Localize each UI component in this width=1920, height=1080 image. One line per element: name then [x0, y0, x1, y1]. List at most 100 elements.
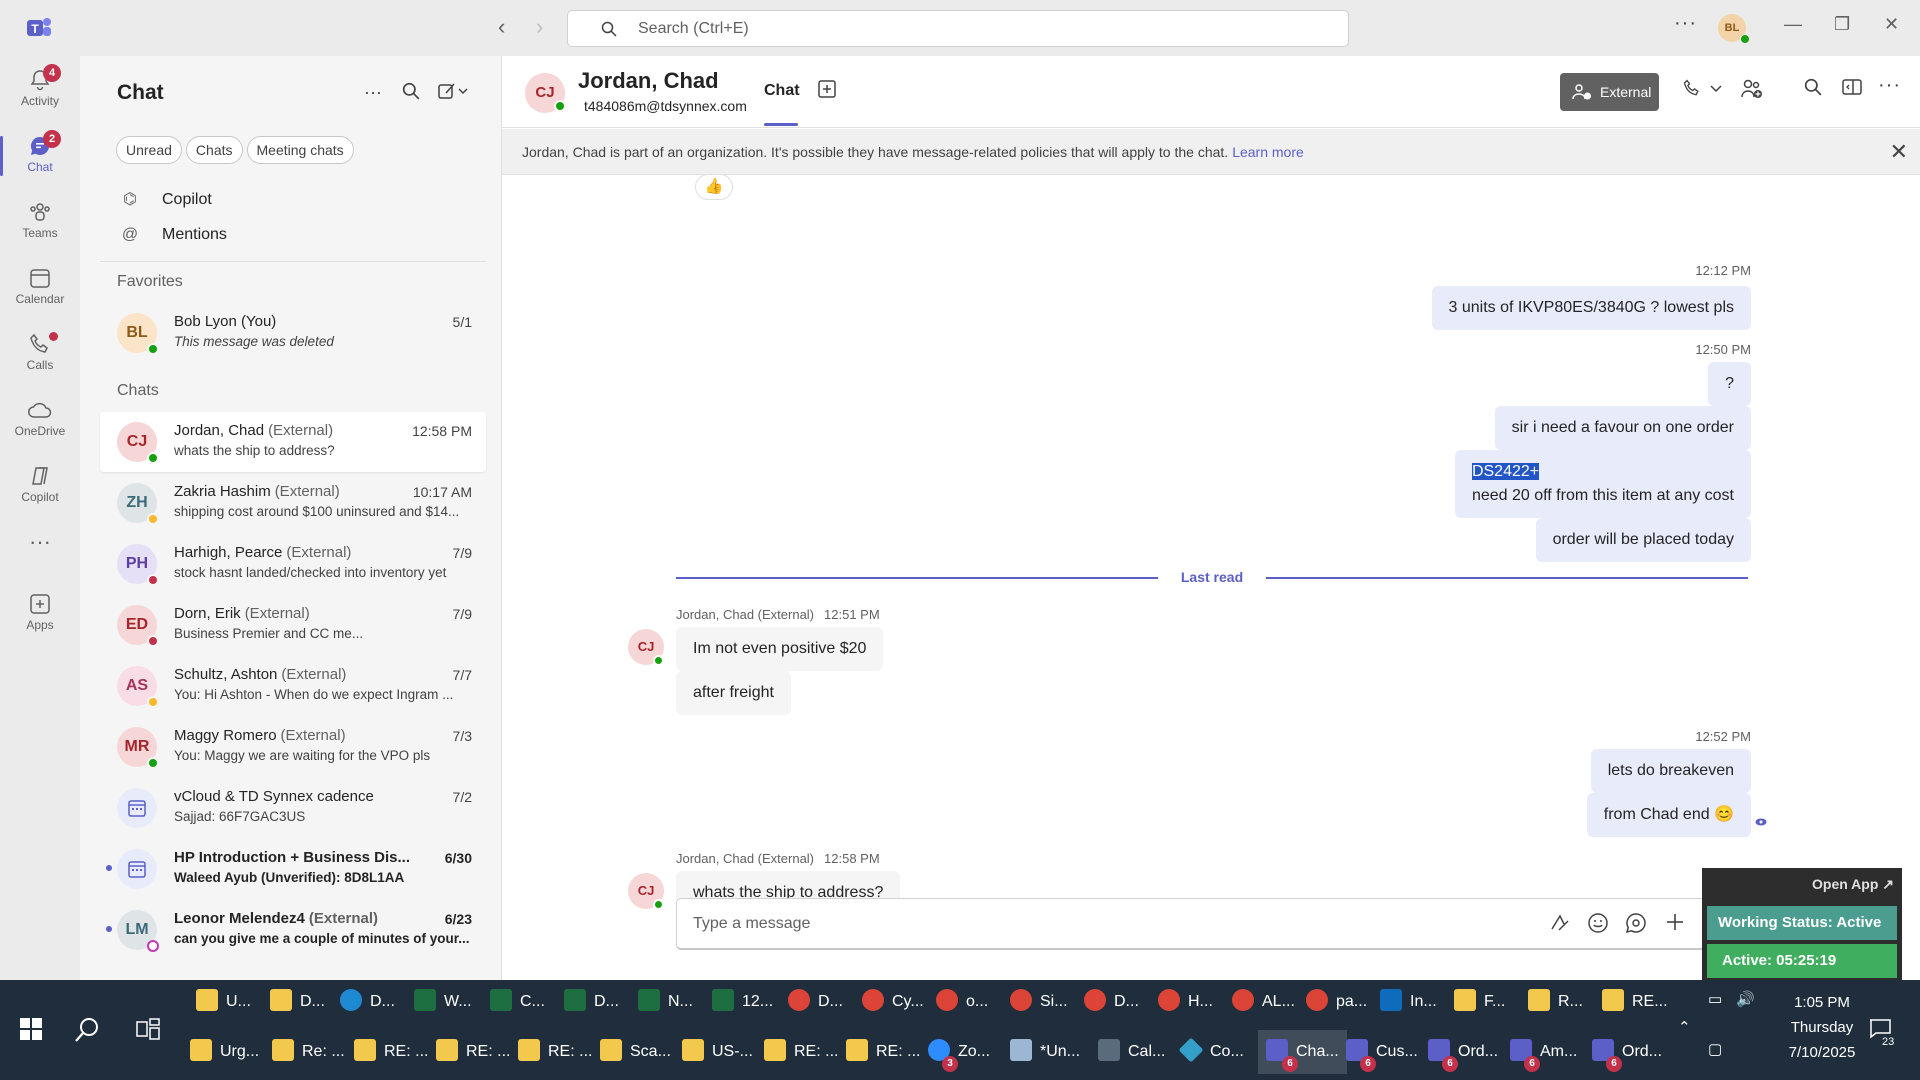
- taskbar-app[interactable]: H...: [1158, 980, 1213, 1024]
- open-app-button[interactable]: Open App ↗: [1812, 876, 1894, 893]
- taskbar-app[interactable]: C...: [490, 980, 545, 1024]
- search-icon[interactable]: [74, 1016, 102, 1044]
- taskbar-app[interactable]: US-...: [682, 1030, 753, 1074]
- rail-calls[interactable]: Calls: [0, 324, 80, 386]
- contact-name[interactable]: Jordan, Chad: [578, 68, 719, 94]
- taskbar-app-active[interactable]: 6 Cha...: [1258, 1030, 1347, 1074]
- taskbar-app[interactable]: D...: [340, 980, 395, 1024]
- rail-onedrive[interactable]: OneDrive: [0, 390, 80, 452]
- rail-copilot[interactable]: Copilot: [0, 456, 80, 518]
- rail-activity[interactable]: 4 Activity: [0, 60, 80, 122]
- copilot-link[interactable]: ⌬ Copilot: [120, 189, 212, 209]
- outgoing-message[interactable]: 3 units of IKVP80ES/3840G ? lowest pls: [1431, 286, 1751, 330]
- learn-more-link[interactable]: Learn more: [1232, 144, 1304, 160]
- chats-header[interactable]: Chats: [117, 382, 159, 400]
- add-people-icon[interactable]: [1740, 78, 1764, 100]
- outgoing-message[interactable]: DS2422+ need 20 off from this item at an…: [1454, 450, 1751, 518]
- list-item[interactable]: vCloud & TD Synnex cadence 7/2 Sajjad: 6…: [100, 778, 486, 838]
- taskbar-app[interactable]: W...: [414, 980, 472, 1024]
- filter-chats[interactable]: Chats: [185, 136, 243, 164]
- list-item[interactable]: BL Bob Lyon (You) 5/1 This message was d…: [100, 303, 486, 363]
- list-item[interactable]: LM Leonor Melendez4 (External) 6/23 can y…: [100, 900, 486, 960]
- outgoing-message[interactable]: from Chad end 😊: [1586, 793, 1751, 837]
- taskbar-app[interactable]: Cy...: [862, 980, 924, 1024]
- message-composer[interactable]: Type a message: [676, 898, 1726, 950]
- taskbar-app[interactable]: F...: [1454, 980, 1505, 1024]
- rail-chat[interactable]: 2 Chat: [0, 126, 80, 188]
- taskbar-app[interactable]: Si...: [1010, 980, 1068, 1024]
- side-panel-icon[interactable]: [1842, 78, 1862, 96]
- more-options-icon[interactable]: ···: [1674, 12, 1697, 35]
- taskbar-app[interactable]: 6 Am...: [1510, 1030, 1577, 1074]
- close-window-icon[interactable]: ✕: [1884, 14, 1899, 35]
- format-icon[interactable]: [1549, 912, 1571, 934]
- taskbar-app[interactable]: RE: ...: [436, 1030, 510, 1074]
- taskbar-app[interactable]: R...: [1528, 980, 1583, 1024]
- battery-icon[interactable]: ▭: [1708, 990, 1722, 1008]
- notification-center-icon[interactable]: 23: [1868, 1018, 1895, 1048]
- taskbar-app[interactable]: RE: ...: [354, 1030, 428, 1074]
- search-input[interactable]: Search (Ctrl+E): [567, 10, 1349, 47]
- external-button[interactable]: External: [1560, 73, 1659, 111]
- list-item[interactable]: CJ Jordan, Chad (External) 12:58 PM whats…: [100, 412, 486, 472]
- rail-calendar[interactable]: Calendar: [0, 258, 80, 320]
- taskbar-app[interactable]: Urg...: [190, 1030, 259, 1074]
- taskbar-app[interactable]: 6 Cus...: [1346, 1030, 1418, 1074]
- list-item[interactable]: MR Maggy Romero (External) 7/3 You: Maggy…: [100, 717, 486, 777]
- teams-logo-icon[interactable]: T: [25, 14, 53, 42]
- phone-icon[interactable]: [1682, 78, 1702, 98]
- outgoing-message[interactable]: sir i need a favour on one order: [1494, 406, 1751, 450]
- reaction-thumbs-up-icon[interactable]: 👍: [695, 174, 733, 200]
- list-item[interactable]: HP Introduction + Business Dis... 6/30 W…: [100, 839, 486, 899]
- taskbar-app[interactable]: RE: ...: [518, 1030, 592, 1074]
- task-view-icon[interactable]: [136, 1018, 160, 1040]
- favorites-header[interactable]: Favorites: [117, 273, 183, 291]
- back-arrow-icon[interactable]: ‹: [498, 14, 505, 40]
- list-item[interactable]: AS Schultz, Ashton (External) 7/7 You: Hi…: [100, 656, 486, 716]
- forward-arrow-icon[interactable]: ›: [536, 14, 543, 40]
- taskbar-app[interactable]: RE: ...: [764, 1030, 838, 1074]
- taskbar-app[interactable]: In...: [1380, 980, 1437, 1024]
- restore-icon[interactable]: ❐: [1834, 14, 1850, 35]
- outgoing-message[interactable]: order will be placed today: [1535, 518, 1751, 562]
- search-icon[interactable]: [1804, 78, 1822, 96]
- taskbar-app[interactable]: RE: ...: [846, 1030, 920, 1074]
- taskbar-app[interactable]: 6 Ord...: [1592, 1030, 1662, 1074]
- taskbar-app[interactable]: D...: [270, 980, 325, 1024]
- network-icon[interactable]: ▢: [1708, 1040, 1722, 1058]
- rail-teams[interactable]: Teams: [0, 192, 80, 254]
- incoming-message[interactable]: Im not even positive $20: [676, 627, 884, 671]
- tab-chat[interactable]: Chat: [764, 82, 800, 100]
- taskbar-app[interactable]: D...: [788, 980, 843, 1024]
- list-item[interactable]: ZH Zakria Hashim (External) 10:17 AM ship…: [100, 473, 486, 533]
- filter-meeting-chats[interactable]: Meeting chats: [246, 136, 354, 164]
- working-status[interactable]: Working Status: Active: [1707, 906, 1897, 940]
- plus-icon[interactable]: [1665, 912, 1685, 932]
- taskbar-app[interactable]: 6 Ord...: [1428, 1030, 1498, 1074]
- more-options-icon[interactable]: ···: [364, 82, 382, 103]
- taskbar-app[interactable]: D...: [1084, 980, 1139, 1024]
- rail-apps[interactable]: Apps: [0, 584, 80, 646]
- taskbar-app[interactable]: 12...: [712, 980, 773, 1024]
- taskbar-app[interactable]: o...: [936, 980, 988, 1024]
- emoji-icon[interactable]: [1587, 912, 1609, 934]
- incoming-message[interactable]: after freight: [676, 671, 791, 715]
- more-apps-icon[interactable]: ···: [0, 522, 80, 584]
- filter-unread[interactable]: Unread: [116, 136, 182, 164]
- new-chat-icon[interactable]: [438, 82, 468, 100]
- taskbar-app[interactable]: AL...: [1232, 980, 1295, 1024]
- taskbar-app[interactable]: N...: [638, 980, 693, 1024]
- taskbar-app[interactable]: *Un...: [1010, 1030, 1080, 1074]
- more-options-icon[interactable]: ···: [1878, 74, 1901, 97]
- taskbar-app[interactable]: Co...: [1178, 1030, 1244, 1074]
- minimize-icon[interactable]: —: [1784, 14, 1802, 35]
- taskbar-app[interactable]: U...: [196, 980, 251, 1024]
- add-tab-icon[interactable]: [818, 80, 836, 98]
- loop-icon[interactable]: [1625, 912, 1647, 934]
- outgoing-message[interactable]: lets do breakeven: [1590, 749, 1751, 793]
- chevron-up-icon[interactable]: ⌃: [1678, 1018, 1691, 1036]
- taskbar-app[interactable]: Sca...: [600, 1030, 671, 1074]
- outgoing-message[interactable]: ?: [1708, 362, 1751, 406]
- taskbar-app[interactable]: RE...: [1602, 980, 1668, 1024]
- close-icon[interactable]: ✕: [1890, 139, 1908, 165]
